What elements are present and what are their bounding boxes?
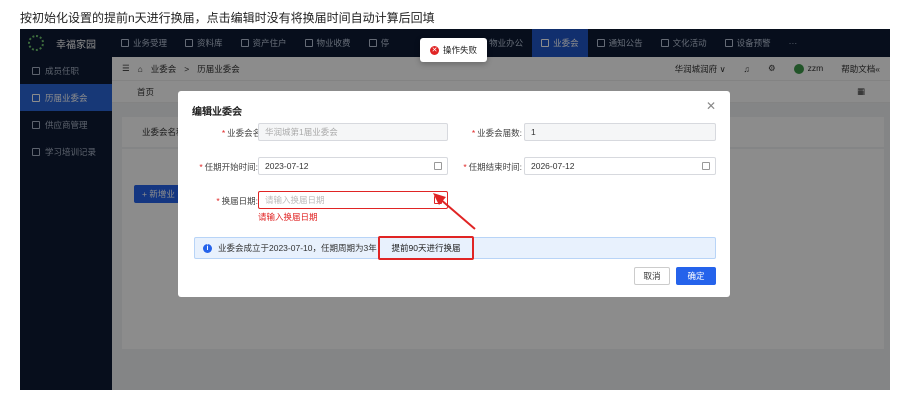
- annotation-highlight-box: 提前90天进行换届: [378, 236, 474, 260]
- end-label: * 任期结束时间:: [463, 162, 522, 172]
- calendar-icon: [702, 162, 710, 170]
- name-field: 华润城第1届业委会: [258, 123, 448, 141]
- start-date-field[interactable]: 2023-07-12: [258, 157, 448, 175]
- cancel-button[interactable]: 取消: [634, 267, 670, 285]
- close-icon[interactable]: ✕: [706, 99, 716, 113]
- issue-caption: 按初始化设置的提前n天进行换届，点击编辑时没有将换届时间自动计算后回填: [20, 11, 435, 25]
- dialog-title: 编辑业委会: [192, 107, 242, 118]
- term-label: * 业委会届数:: [471, 128, 522, 138]
- change-date-error: 请输入换届日期: [258, 212, 318, 222]
- toast-text: 操作失败: [443, 45, 478, 55]
- change-date-label: * 换届日期:: [216, 196, 258, 206]
- info-text: 业委会成立于2023-07-10，任期周期为3年，: [218, 243, 386, 253]
- end-date-field[interactable]: 2026-07-12: [524, 157, 716, 175]
- confirm-button[interactable]: 确定: [676, 267, 716, 285]
- calendar-icon: [434, 196, 442, 204]
- change-date-field[interactable]: 请输入换届日期: [258, 191, 448, 209]
- info-icon: i: [203, 243, 212, 253]
- calendar-icon: [434, 162, 442, 170]
- edit-committee-dialog: 编辑业委会 ✕ * 业委会名称: 华润城第1届业委会 * 业委会届数: 1 * 任期开…: [178, 91, 730, 297]
- error-icon: ✕: [430, 45, 439, 55]
- app-window: 幸福家园 业务受理 资料库 资产住户 物业收费 停 物业办公 业委会 通知公告 …: [20, 29, 890, 390]
- error-toast: ✕ 操作失败: [420, 38, 488, 62]
- term-field: 1: [524, 123, 716, 141]
- start-label: * 任期开始时间:: [199, 162, 258, 172]
